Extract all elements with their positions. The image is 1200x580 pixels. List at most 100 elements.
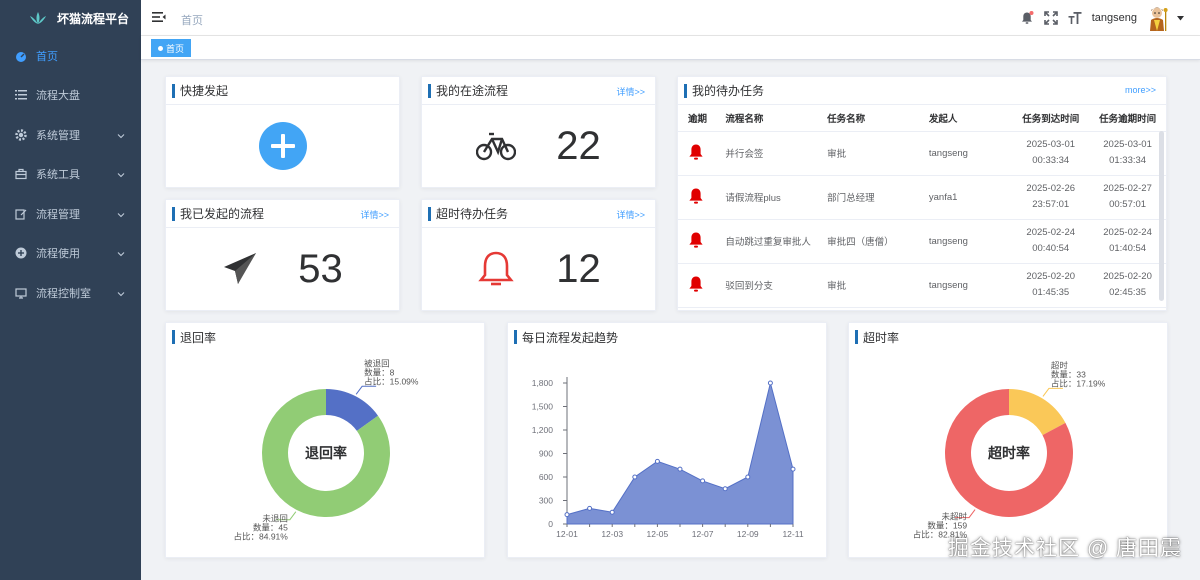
monitor-icon	[14, 286, 28, 300]
list-icon	[14, 88, 28, 102]
add-process-button[interactable]	[258, 122, 307, 170]
sidebar-item-label: 流程管理	[36, 208, 80, 221]
y-tick-label: 1,800	[532, 378, 554, 388]
details-link[interactable]: 详情>>	[616, 85, 645, 98]
sidebar-item-0[interactable]: 首页	[0, 36, 141, 76]
y-tick-label: 1,500	[532, 402, 554, 412]
arrive-date: 2025-03-01	[1026, 139, 1076, 150]
table-row[interactable]: 并行会签 审批 tangseng 2025-03-01 00:33:34 2025-03-…	[678, 131, 1166, 176]
data-point	[767, 380, 773, 386]
overdue-cell	[678, 175, 716, 220]
due-date: 2025-03-01	[1103, 139, 1152, 150]
arrive-time: 2025-02-20 01:45:35	[1012, 263, 1090, 308]
initiator: yanfa1	[918, 175, 1013, 220]
arrive-clock: 00:33:34	[1032, 155, 1070, 166]
sidebar-item-4[interactable]: 流程管理	[0, 194, 141, 234]
sidebar-item-3[interactable]: 系统工具	[0, 155, 141, 195]
due-time: 2025-02-27 00:57:01	[1089, 175, 1166, 220]
task-name: 审批四（唐僧）	[817, 219, 919, 264]
top-navbar: 首页 tangseng	[141, 0, 1200, 36]
alarm-bell-icon	[478, 251, 514, 286]
avatar[interactable]	[1145, 5, 1171, 31]
watermark: 掘金技术社区 @ 唐田震	[948, 537, 1182, 560]
sidebar-item-label: 系统管理	[36, 129, 80, 142]
due-time: 2025-02-24 01:40:54	[1089, 219, 1166, 264]
chevron-down-icon	[117, 249, 125, 261]
y-tick-label: 300	[539, 496, 553, 506]
username[interactable]: tangseng	[1092, 12, 1137, 24]
leader-line	[1042, 387, 1063, 397]
overdue-cell	[678, 263, 716, 308]
in-progress-count: 22	[556, 123, 601, 168]
process-name[interactable]: 请假流程plus	[715, 175, 818, 220]
sidebar-item-label: 流程大盘	[36, 90, 80, 103]
sidebar-item-5[interactable]: 流程使用	[0, 234, 141, 274]
arrive-clock: 00:40:54	[1032, 243, 1070, 254]
data-point	[745, 474, 751, 480]
x-tick-label: 12-05	[647, 529, 669, 539]
tag-home[interactable]: 首页	[151, 39, 192, 57]
notification-bell-icon[interactable]	[1020, 11, 1034, 25]
arrive-time: 2025-03-01 00:33:34	[1012, 131, 1090, 176]
breadcrumb[interactable]: 首页	[181, 12, 203, 28]
sidebar-item-2[interactable]: 系统管理	[0, 115, 141, 155]
sidebar-item-label: 系统工具	[36, 169, 80, 182]
process-name[interactable]: 自动跳过重复审批人	[715, 219, 818, 264]
more-link[interactable]: more>>	[1125, 85, 1156, 95]
process-name[interactable]: 并行会签	[715, 131, 818, 176]
table-row[interactable]: 驳回到分支 审批 tangseng 2025-02-20 01:45:35 2025-02…	[678, 263, 1166, 308]
details-link[interactable]: 详情>>	[616, 208, 645, 221]
x-tick-label: 12-11	[782, 529, 803, 539]
table-row[interactable]: 请假流程plus 部门总经理 yanfa1 2025-02-26 23:57:01 202…	[678, 175, 1166, 220]
due-date: 2025-02-24	[1103, 227, 1152, 238]
x-tick-label: 12-03	[601, 529, 623, 539]
overdue-card: 超时待办任务 详情>> 12	[421, 199, 656, 311]
sidebar: 坏猫流程平台 首页流程大盘系统管理系统工具流程管理流程使用 流程控制室	[0, 0, 141, 580]
hamburger-icon[interactable]	[152, 11, 166, 23]
table-scrollbar[interactable]	[1159, 131, 1164, 301]
overdue-bell-icon	[688, 188, 704, 208]
sidebar-item-1[interactable]: 流程大盘	[0, 76, 141, 116]
chevron-down-icon	[117, 289, 125, 301]
initiator: tangseng	[918, 219, 1013, 264]
arrive-date: 2025-02-20	[1026, 271, 1076, 282]
sidebar-item-label: 首页	[36, 50, 58, 63]
sidebar-item-6[interactable]: 流程控制室	[0, 273, 141, 313]
data-point	[564, 512, 570, 518]
column-header: 流程名称	[715, 105, 818, 132]
column-header: 任务名称	[817, 105, 919, 132]
task-name: 部门总经理	[817, 175, 919, 220]
font-size-icon[interactable]	[1068, 11, 1082, 25]
fullscreen-icon[interactable]	[1043, 11, 1058, 25]
arrive-date: 2025-02-26	[1026, 183, 1076, 194]
overdue-bell-icon	[688, 276, 704, 296]
y-tick-label: 1,200	[532, 425, 554, 435]
task-name: 审批	[817, 263, 919, 308]
column-header: 任务到达时间	[1012, 105, 1090, 132]
timeout-rate-card: 超时率 超时 数量：33 占比：17.19% 未超时 数量：159 占比：82.81% 超时…	[848, 322, 1168, 558]
overdue-count: 12	[556, 246, 601, 291]
data-point	[677, 466, 683, 472]
x-tick-label: 12-07	[692, 529, 714, 539]
chevron-down-icon	[117, 170, 125, 182]
due-date: 2025-02-27	[1103, 183, 1152, 194]
timeout-rate-chart: 超时数量：33占比：17.19%未超时数量：159占比：82.81%超时率	[913, 360, 1106, 539]
arrive-date: 2025-02-24	[1026, 227, 1076, 238]
card-title: 我的待办任务	[692, 84, 765, 98]
arrive-clock: 23:57:01	[1032, 199, 1070, 210]
y-tick-label: 600	[539, 472, 553, 482]
arrive-time: 2025-02-26 23:57:01	[1012, 175, 1090, 220]
pie-center-label: 超时率	[987, 445, 1030, 461]
initiator: tangseng	[918, 131, 1013, 176]
card-title: 我已发起的流程	[180, 207, 265, 221]
details-link[interactable]: 详情>>	[360, 208, 389, 221]
app-logo[interactable]: 坏猫流程平台	[0, 0, 141, 36]
dashboard-icon	[14, 49, 28, 63]
data-point	[587, 505, 593, 511]
app-title: 坏猫流程平台	[57, 11, 130, 26]
table-row[interactable]: 自动跳过重复审批人 审批四（唐僧） tangseng 2025-02-24 00:40:…	[678, 219, 1166, 264]
chevron-down-icon[interactable]	[1177, 15, 1184, 21]
arrive-clock: 01:45:35	[1032, 287, 1070, 298]
process-name[interactable]: 驳回到分支	[715, 263, 818, 308]
card-title: 超时率	[863, 330, 900, 345]
